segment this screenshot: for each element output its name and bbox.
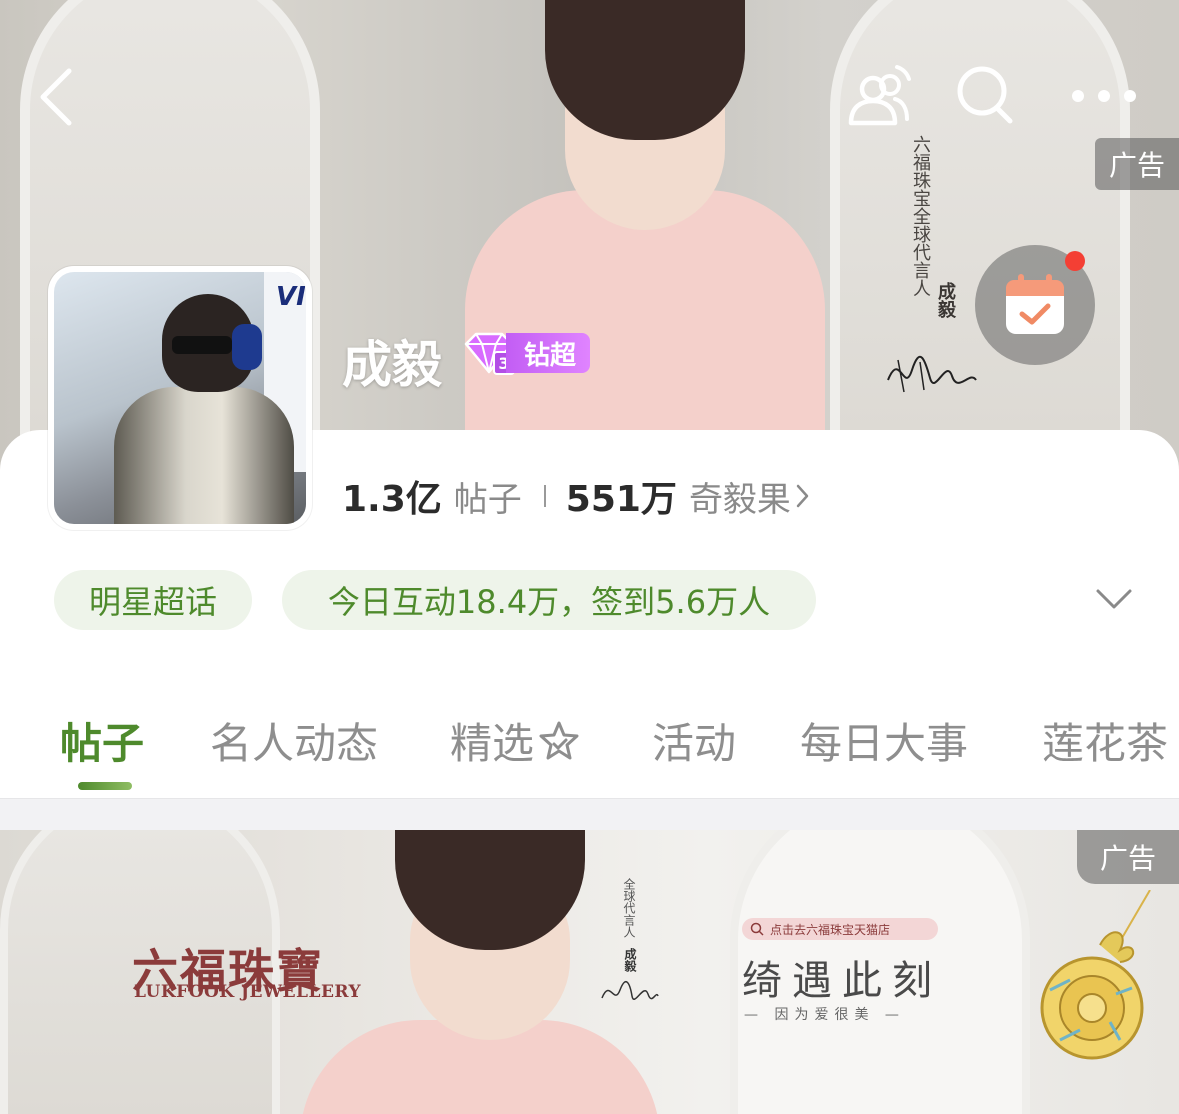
- search-button[interactable]: [952, 62, 1018, 128]
- posts-label: 帖子: [453, 479, 522, 520]
- store-search-text: 点击去六福珠宝天猫店: [770, 922, 891, 937]
- tab-lotus-tea[interactable]: 莲花茶: [1042, 710, 1168, 771]
- more-icon: [1072, 90, 1136, 102]
- chevron-right-icon: [795, 482, 811, 510]
- activity-pill[interactable]: 今日互动18.4万，签到5.6万人: [282, 570, 816, 630]
- notification-dot: [1065, 251, 1085, 271]
- ad-label: 广告: [1095, 138, 1179, 190]
- star-icon: [539, 721, 579, 759]
- signature-icon: [601, 980, 659, 1000]
- store-search-chip[interactable]: 点击去六福珠宝天猫店: [742, 918, 938, 940]
- ad-sub-slogan: — 因为爱很美 —: [744, 1007, 905, 1023]
- friends-button[interactable]: [842, 58, 914, 130]
- chevron-left-icon: [40, 68, 72, 126]
- ad-slogan: 绮遇此刻: [742, 958, 942, 1004]
- avatar-sign-text: VI: [276, 282, 306, 312]
- level-badge[interactable]: 3 钻超: [462, 330, 591, 376]
- signature-icon: [887, 355, 977, 393]
- profile-name: 成毅: [342, 336, 442, 394]
- brand-name-en: LUKFOOK JEWELLERY: [134, 982, 362, 1002]
- pendant-icon: [1040, 890, 1151, 1060]
- chevron-down-icon: [1096, 589, 1132, 609]
- tab-celebrity-news[interactable]: 名人动态: [210, 710, 378, 771]
- section-divider: [0, 798, 1179, 830]
- tab-daily-events[interactable]: 每日大事: [800, 710, 968, 771]
- posts-count: 1.3亿: [342, 479, 442, 520]
- fans-label: 奇毅果: [688, 479, 791, 520]
- badge-label: 钻超: [506, 333, 591, 373]
- active-tab-indicator: [78, 782, 132, 790]
- avatar[interactable]: VI: [48, 266, 312, 530]
- tab-activities[interactable]: 活动: [652, 710, 736, 771]
- avatar-glasses: [172, 336, 232, 354]
- ad-label: 广告: [1077, 830, 1179, 884]
- checkin-button[interactable]: [975, 245, 1095, 365]
- people-refresh-icon: [848, 65, 911, 126]
- fans-count: 551万: [565, 479, 677, 520]
- stats-row[interactable]: 1.3亿 帖子 551万 奇毅果: [342, 472, 811, 520]
- ad-vertical-name: 成毅: [623, 948, 637, 972]
- tab-featured[interactable]: 精选: [450, 710, 582, 771]
- more-button[interactable]: [1066, 80, 1140, 112]
- expand-button[interactable]: [1094, 582, 1134, 616]
- back-button[interactable]: [30, 66, 80, 128]
- stats-divider: [543, 485, 546, 507]
- ad-vertical-text: 全球代言人: [622, 878, 636, 938]
- tab-featured-label: 精选: [450, 719, 535, 768]
- avatar-jacket: [114, 387, 294, 524]
- search-icon: [750, 922, 764, 936]
- ad-vertical-name: 成毅: [935, 282, 956, 318]
- tab-posts[interactable]: 帖子: [60, 710, 144, 771]
- ad-vertical-text: 六福珠宝全球代言人: [910, 135, 931, 297]
- avatar-image: VI: [54, 272, 306, 524]
- category-pill[interactable]: 明星超话: [54, 570, 252, 630]
- bottom-ad-banner[interactable]: 六福珠寶 LUKFOOK JEWELLERY 全球代言人 成毅 点击去六福珠宝天…: [0, 830, 1179, 1114]
- search-icon: [957, 66, 1013, 124]
- calendar-check-icon: [1006, 274, 1064, 334]
- avatar-headset: [232, 324, 262, 370]
- tab-bar: 帖子 名人动态 精选 活动 每日大事 莲花茶: [0, 700, 1179, 800]
